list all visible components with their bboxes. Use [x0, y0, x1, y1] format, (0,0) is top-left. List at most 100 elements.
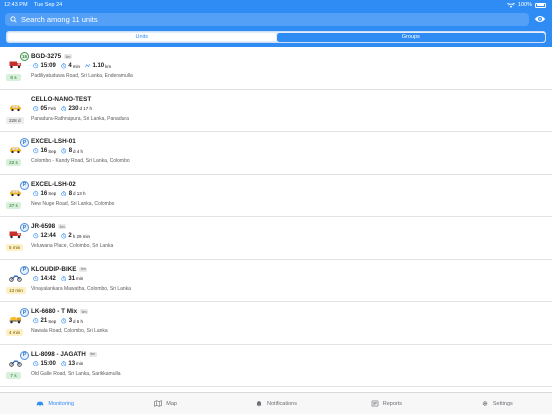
meta-value: 15:09	[40, 63, 56, 69]
unit-meta: 16 Sep 8 d 13 h	[33, 191, 91, 197]
meta-unit: d 13 h	[73, 191, 86, 196]
unit-name: CELLO-NANO-TEST	[31, 95, 92, 103]
meta-value: 1.10	[92, 63, 105, 69]
unit-address: Panadura-Rathnapura, Sri Lanka, Panadura	[31, 115, 129, 122]
parking-badge: P	[20, 180, 29, 190]
meta-unit: d 17 h	[79, 106, 92, 111]
unit-name-line: LL-8098 - JAGATH 6m	[31, 351, 97, 358]
unit-meta: 16 Sep 8 d 4 h	[33, 148, 88, 154]
meta-unit: h 29 min	[72, 233, 90, 239]
last-update-chip: 228 d	[6, 116, 24, 124]
timer-icon	[61, 360, 69, 367]
meta-item: 12:44	[33, 233, 56, 239]
meta-value: 4	[68, 63, 72, 69]
unit-meta: 15:00 13 min	[33, 361, 88, 367]
last-update-chip: 22 s	[6, 159, 21, 166]
unit-tag: 6m	[58, 224, 67, 229]
wifi-icon	[506, 2, 515, 8]
status-bar: 12:43 PM Tue Sep 24 100%	[0, 0, 552, 9]
map-icon	[154, 400, 163, 407]
unit-name: BGD-3275	[31, 53, 62, 60]
unit-name-line: JR-6598 6m	[31, 223, 67, 230]
parking-badge: P	[20, 308, 29, 317]
unit-tag: 6m	[79, 266, 88, 272]
unit-row[interactable]: P 37 s EXCEL-LSH-02 16 Sep 8 d 13 h New Nuge …	[0, 175, 552, 217]
unit-row[interactable]: P 4 min LK-6680 - T Mix 6m 21 Sep 3 d 6 h Nawa…	[0, 302, 552, 345]
last-update-chip: 7 s	[6, 371, 21, 379]
tab-label: Notifications	[267, 400, 297, 407]
meta-unit: min	[76, 276, 84, 281]
clock-icon	[33, 190, 41, 197]
unit-thumbnail	[7, 95, 30, 120]
unit-meta: 15:09 4 min 1.10 km	[33, 63, 116, 69]
meta-unit: Sep	[48, 148, 57, 154]
last-update-chip: 37 s	[6, 201, 21, 209]
segment-groups[interactable]: Groups	[277, 32, 545, 42]
unit-meta: 21 Sep 3 d 6 h	[33, 318, 88, 324]
unit-thumbnail: P	[7, 180, 30, 205]
eye-icon[interactable]	[534, 14, 546, 24]
meta-unit: Sep	[48, 191, 57, 196]
tab-map[interactable]: Map	[110, 393, 220, 414]
segment-units[interactable]: Units	[8, 33, 276, 41]
meta-item: 2 h 29 min	[61, 233, 90, 239]
meta-value: 14:42	[40, 275, 56, 282]
unit-name: EXCEL-LSH-01	[31, 138, 76, 145]
meta-value: 21	[40, 318, 48, 324]
meta-unit: min	[76, 361, 84, 366]
timer-icon	[61, 148, 69, 154]
unit-row[interactable]: 228 d CELLO-NANO-TEST 05 Feb 230 d 17 h Pana…	[0, 90, 552, 132]
last-update-chip: 13 min	[6, 286, 26, 294]
meta-value: 230	[68, 105, 79, 112]
status-date: Tue Sep 24	[33, 2, 63, 8]
tab-notifications[interactable]: Notifications	[221, 393, 331, 414]
status-count-badge: 15	[20, 52, 29, 61]
unit-address: Colombo - Kandy Road, Sri Lanka, Colombo	[31, 158, 130, 164]
unit-row[interactable]: P 7 s LL-8098 - JAGATH 6m 15:00 13 min Old Gal…	[0, 345, 552, 387]
unit-address: Veluwana Place, Colombo, Sri Lanka	[31, 243, 114, 249]
unit-name-line: EXCEL-LSH-01	[31, 138, 76, 145]
meta-value: 16	[40, 190, 48, 197]
tab-settings[interactable]: Settings	[442, 393, 552, 414]
unit-meta: 05 Feb 230 d 17 h	[33, 106, 97, 112]
tab-label: Settings	[492, 400, 513, 407]
meta-value: 8	[68, 190, 73, 197]
timer-icon	[61, 63, 69, 69]
meta-value: 05	[40, 105, 48, 112]
tab-monitoring[interactable]: Monitoring	[0, 393, 110, 414]
car-icon	[36, 400, 44, 407]
unit-row[interactable]: P 22 s EXCEL-LSH-01 16 Sep 8 d 4 h Colombo - …	[0, 132, 552, 175]
parking-badge: P	[20, 350, 29, 360]
meta-value: 31	[68, 275, 76, 282]
unit-thumbnail: P	[7, 265, 30, 290]
meta-item: 13 min	[61, 361, 83, 367]
distance-icon	[85, 63, 93, 69]
clock-icon	[33, 148, 41, 154]
meta-item: 15:00	[33, 361, 56, 367]
clock-icon	[33, 318, 41, 324]
search-placeholder: Search among 11 units	[21, 15, 98, 24]
unit-name: LL-8098 - JAGATH	[31, 350, 86, 358]
unit-row[interactable]: P 13 min KLOUDIP-BIKE 6m 14:42 31 min Vinayala…	[0, 260, 552, 302]
meta-value: 12:44	[40, 233, 56, 239]
meta-unit: d 6 h	[73, 318, 84, 324]
last-update-chip: 8 s	[6, 74, 21, 81]
unit-name-line: BGD-3275 6m	[31, 53, 72, 60]
search-icon	[10, 16, 17, 23]
meta-unit: Feb	[48, 106, 56, 111]
tab-reports[interactable]: Reports	[331, 393, 441, 414]
timer-icon	[61, 318, 69, 324]
tab-label: Reports	[382, 400, 403, 407]
search-input[interactable]: Search among 11 units	[5, 13, 529, 26]
unit-meta: 14:42 31 min	[33, 276, 88, 282]
unit-tag: 6m	[88, 351, 97, 357]
tab-label: Map	[166, 400, 177, 407]
unit-row[interactable]: 15 8 s BGD-3275 6m 15:09 4 min 1.10 km Padiliya…	[0, 47, 552, 90]
meta-unit: min	[72, 63, 80, 69]
battery-percent: 100%	[517, 2, 532, 8]
bell-icon	[255, 400, 263, 407]
timer-icon	[61, 233, 69, 239]
unit-name: KLOUDIP-BIKE	[31, 265, 77, 273]
meta-value: 16	[40, 148, 48, 154]
unit-row[interactable]: P5 min JR-6598 6m 12:44 2 h 29 min Veluwana P…	[0, 217, 552, 260]
